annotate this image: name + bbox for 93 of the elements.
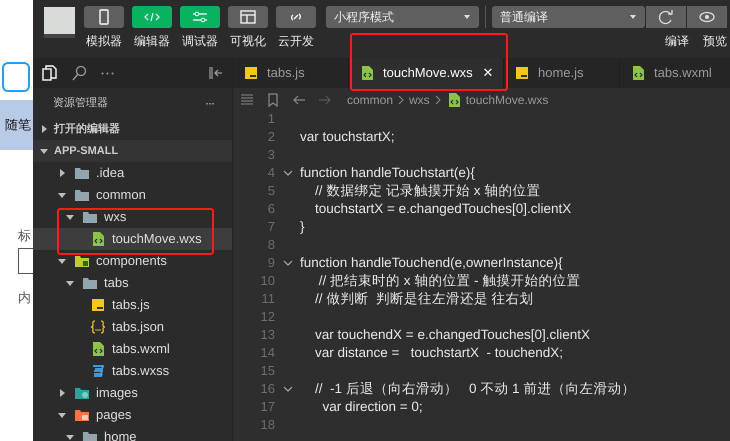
folder-icon bbox=[82, 209, 98, 225]
braces-icon bbox=[90, 319, 106, 335]
breadcrumb-item[interactable]: wxs bbox=[409, 91, 430, 109]
refresh-icon bbox=[658, 9, 674, 25]
dropdown[interactable]: 普通编译 bbox=[492, 6, 645, 28]
folder-icon bbox=[82, 275, 98, 291]
line-number: 10 bbox=[260, 272, 275, 290]
tree-item[interactable]: tabs.wxss bbox=[33, 360, 232, 382]
line-number: 5 bbox=[266, 182, 275, 200]
folder-icon bbox=[74, 253, 90, 269]
breadcrumb-item[interactable]: common bbox=[347, 91, 394, 109]
caret-down-icon bbox=[463, 14, 471, 20]
toolbar-label: 编译 bbox=[665, 33, 689, 50]
section-header[interactable]: APP-SMALL bbox=[33, 140, 232, 162]
line-number: 12 bbox=[260, 308, 275, 326]
close-button[interactable]: ✕ bbox=[482, 63, 494, 83]
line-number: 16 bbox=[260, 380, 275, 398]
js-file-icon bbox=[90, 297, 106, 313]
line-number: 13 bbox=[260, 326, 275, 344]
panel-title: 资源管理器 bbox=[53, 96, 108, 111]
fold-chevron-icon bbox=[282, 385, 292, 393]
line-number: 14 bbox=[260, 344, 275, 362]
tree-item[interactable]: components bbox=[33, 250, 232, 272]
line-number: 6 bbox=[266, 200, 275, 218]
code-line: touchstartX = e.changedTouches[0].clientX bbox=[314, 200, 572, 218]
code-line: function handleTouchstart(e){ bbox=[300, 164, 475, 182]
search-icon bbox=[71, 65, 87, 81]
chevron-icon bbox=[397, 94, 406, 106]
code-line: var direction = 0; bbox=[322, 398, 423, 416]
js-file-icon bbox=[514, 65, 530, 81]
code-line: function handleTouchend(e,ownerInstance){ bbox=[300, 254, 563, 272]
tree-item[interactable]: tabs.wxml bbox=[33, 338, 232, 360]
toolbar-label: 预览 bbox=[703, 33, 727, 50]
page-text: 标 bbox=[18, 227, 32, 245]
code-line: var touchstartX; bbox=[300, 128, 395, 146]
editor-tab[interactable]: touchMove.wxs ✕ bbox=[349, 58, 504, 88]
js-file-icon bbox=[243, 65, 259, 81]
page-text: 随笔 bbox=[5, 116, 31, 134]
code-line: } bbox=[300, 218, 305, 236]
folder-icon bbox=[74, 407, 90, 423]
fold-chevron-icon bbox=[282, 259, 292, 267]
tree-item[interactable]: wxs bbox=[33, 206, 232, 228]
chevron-icon bbox=[434, 94, 442, 106]
fold-chevron-icon bbox=[282, 169, 292, 177]
section-header[interactable]: 打开的编辑器 bbox=[33, 118, 232, 140]
eye-icon bbox=[698, 9, 716, 25]
tree-item[interactable]: pages bbox=[33, 404, 232, 426]
preview-button[interactable] bbox=[687, 6, 727, 28]
code-line: // -1 后退（向右滑动） 0 不动 1 前进（向左滑动） bbox=[314, 380, 636, 398]
tree-item[interactable]: .idea bbox=[33, 162, 232, 184]
sliders-icon bbox=[191, 9, 209, 25]
line-number: 4 bbox=[266, 164, 275, 182]
tree-item[interactable]: touchMove.wxs bbox=[33, 228, 232, 250]
files-icon bbox=[41, 65, 57, 81]
folder-icon bbox=[82, 429, 98, 441]
code-line: // 把结束时的 x 轴的位置 - 触摸开始的位置 bbox=[318, 272, 580, 290]
code-file-icon bbox=[359, 65, 375, 81]
line-number: 11 bbox=[260, 290, 275, 308]
line-number: 2 bbox=[266, 128, 275, 146]
style-file-icon bbox=[90, 363, 106, 379]
line-number: 18 bbox=[260, 416, 275, 434]
page-text: 内 bbox=[18, 288, 32, 306]
line-number: 7 bbox=[266, 218, 275, 236]
collapse-panel-icon bbox=[208, 65, 224, 81]
more-button[interactable]: ··· bbox=[205, 94, 214, 112]
folder-icon bbox=[74, 187, 90, 203]
line-number: 3 bbox=[266, 146, 275, 164]
code-line: // 数据绑定 记录触摸开始 x 轴的位置 bbox=[314, 182, 540, 200]
layout-icon bbox=[239, 9, 257, 25]
tree-item[interactable]: tabs bbox=[33, 272, 232, 294]
tree-item[interactable]: tabs.json bbox=[33, 316, 232, 338]
tree-item[interactable]: common bbox=[33, 184, 232, 206]
code-line: var touchendX = e.changedTouches[0].clientX bbox=[314, 326, 590, 344]
code-file-icon bbox=[630, 65, 646, 81]
breadcrumb-item[interactable]: touchMove.wxs bbox=[466, 91, 548, 109]
code-file-icon bbox=[90, 341, 106, 357]
more-icon bbox=[101, 72, 114, 74]
code-line: var distance = touchstartX - touchendX; bbox=[314, 344, 564, 362]
folder-icon bbox=[74, 165, 90, 181]
line-number: 8 bbox=[266, 236, 275, 254]
line-number: 17 bbox=[260, 398, 275, 416]
refresh-button[interactable] bbox=[646, 6, 686, 28]
code-file-icon bbox=[90, 231, 106, 247]
avatar-photo bbox=[44, 7, 75, 38]
tree-item[interactable]: tabs.js bbox=[33, 294, 232, 316]
folder-icon bbox=[74, 385, 90, 401]
line-number: 15 bbox=[260, 362, 275, 380]
caret-down-icon bbox=[629, 14, 637, 20]
dropdown[interactable]: 小程序模式 bbox=[326, 6, 479, 28]
code-line: // 做判断 判断是往左滑还是 往右划 bbox=[314, 290, 534, 308]
line-number: 9 bbox=[266, 254, 275, 272]
line-number: 1 bbox=[266, 110, 275, 128]
tree-item[interactable]: images bbox=[33, 382, 232, 404]
